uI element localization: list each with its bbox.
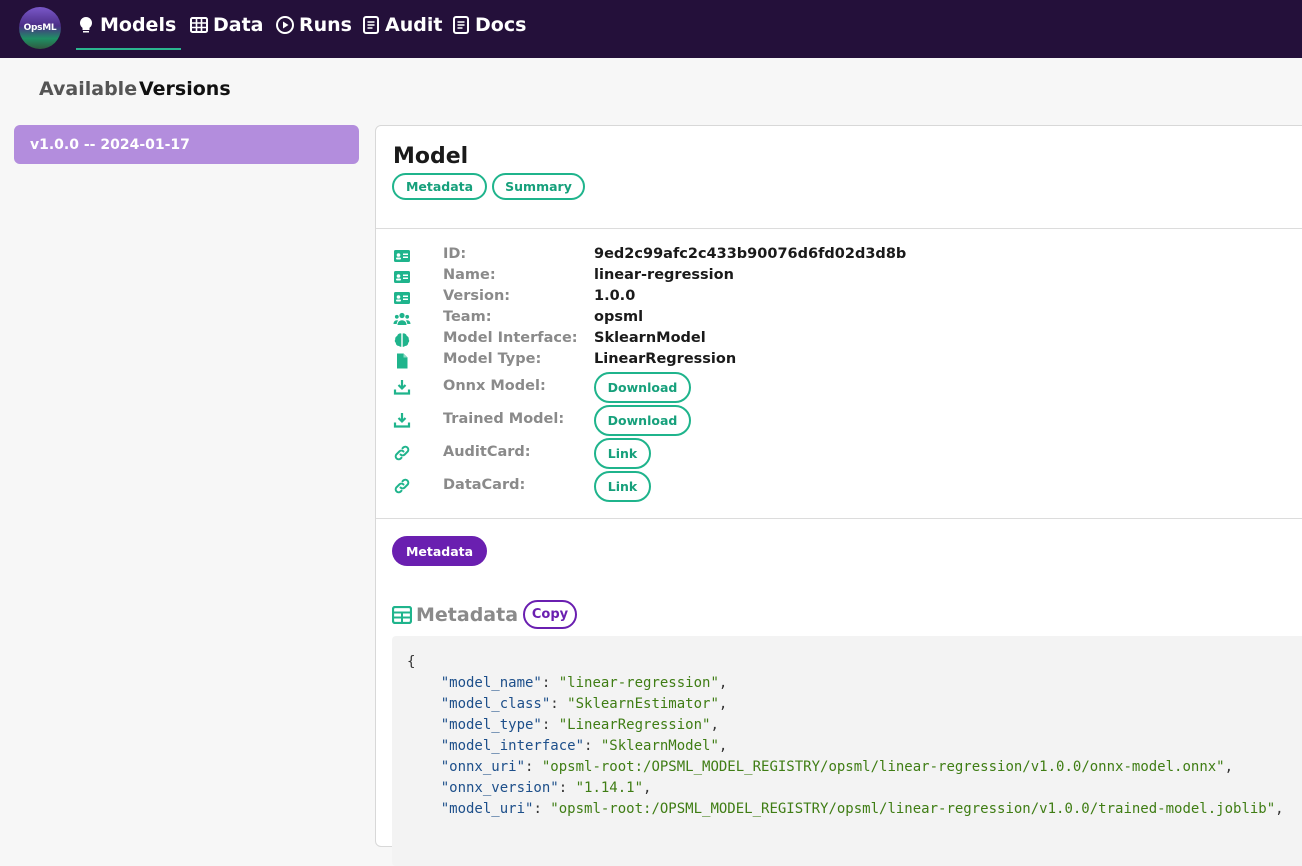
tab-versions[interactable]: Versions <box>139 78 231 100</box>
nav-label: Audit <box>385 14 443 36</box>
json-key: "model_type" <box>440 717 542 733</box>
file-icon <box>397 353 408 369</box>
table-icon <box>190 17 208 33</box>
divider <box>376 228 1302 229</box>
json-value: "SklearnEstimator" <box>567 696 719 712</box>
metadata-button[interactable]: Metadata <box>392 173 487 200</box>
opsml-logo[interactable]: OpsML <box>19 7 61 49</box>
download-trained-model-button[interactable]: Download <box>594 405 691 436</box>
nav-item-models[interactable]: Models <box>76 0 181 50</box>
json-key: "onnx_uri" <box>440 759 526 775</box>
table-icon <box>392 605 412 624</box>
notebook-icon <box>363 16 379 34</box>
field-label-name: Name: <box>443 267 496 283</box>
download-onnx-button[interactable]: Download <box>594 372 691 403</box>
play-circle-icon <box>276 16 294 34</box>
json-value: "1.14.1" <box>575 780 644 796</box>
field-value-model-interface: SklearnModel <box>594 330 706 346</box>
json-line: "onnx_version": "1.14.1", <box>440 780 652 796</box>
json-key: "model_class" <box>440 696 551 712</box>
metadata-title: Metadata <box>416 603 519 626</box>
field-label-version: Version: <box>443 288 511 304</box>
json-line: "model_uri": "opsml-root:/OPSML_MODEL_RE… <box>440 801 1284 817</box>
field-label-trained-model: Trained Model: <box>443 411 565 427</box>
top-nav: OpsML Models Data Runs Audit Docs <box>0 0 1302 58</box>
id-card-icon <box>394 292 410 304</box>
version-list-item[interactable]: v1.0.0 -- 2024-01-17 <box>14 125 359 164</box>
metadata-toggle-button[interactable]: Metadata <box>392 536 487 566</box>
nav-item-audit[interactable]: Audit <box>361 0 442 50</box>
card-title: Model <box>393 144 469 169</box>
tab-available[interactable]: Available <box>39 78 137 100</box>
datacard-link-button[interactable]: Link <box>594 471 651 502</box>
json-line: "model_type": "LinearRegression", <box>440 717 719 733</box>
divider <box>376 518 1302 519</box>
field-label-datacard: DataCard: <box>443 477 526 493</box>
field-label-auditcard: AuditCard: <box>443 444 531 460</box>
field-value-version: 1.0.0 <box>594 288 636 304</box>
nav-label: Models <box>100 14 177 36</box>
lightbulb-icon <box>79 16 93 33</box>
field-value-name: linear-regression <box>594 267 734 283</box>
field-label-team: Team: <box>443 309 492 325</box>
field-value-team: opsml <box>594 309 644 325</box>
json-open-brace: { <box>407 654 416 670</box>
logo-text: OpsML <box>23 23 57 33</box>
json-value: "linear-regression" <box>558 675 719 691</box>
id-card-icon <box>394 250 410 262</box>
users-icon <box>393 312 411 325</box>
json-line: "onnx_uri": "opsml-root:/OPSML_MODEL_REG… <box>440 759 1234 775</box>
link-icon <box>394 478 410 494</box>
json-line: "model_class": "SklearnEstimator", <box>440 696 728 712</box>
field-label-onnx-model: Onnx Model: <box>443 378 546 394</box>
field-value-id: 9ed2c99afc2c433b90076d6fd02d3d8b <box>594 246 907 262</box>
nav-label: Docs <box>475 14 527 36</box>
metadata-header: Metadata Copy <box>392 600 578 629</box>
json-value: "LinearRegression" <box>558 717 711 733</box>
json-line: "model_interface": "SklearnModel", <box>440 738 728 754</box>
json-line: "model_name": "linear-regression", <box>440 675 728 691</box>
nav-label: Runs <box>299 14 352 36</box>
link-icon <box>394 445 410 461</box>
field-label-id: ID: <box>443 246 467 262</box>
nav-item-runs[interactable]: Runs <box>275 0 352 50</box>
metadata-json-block: { "model_name": "linear-regression", "mo… <box>392 636 1302 866</box>
json-key: "model_uri" <box>440 801 534 817</box>
id-card-icon <box>394 271 410 283</box>
json-value: "opsml-root:/OPSML_MODEL_REGISTRY/opsml/… <box>550 801 1276 817</box>
field-label-model-interface: Model Interface: <box>443 330 578 346</box>
nav-label: Data <box>213 14 264 36</box>
json-value: "SklearnModel" <box>600 738 719 754</box>
copy-button[interactable]: Copy <box>523 600 578 629</box>
json-key: "model_interface" <box>440 738 585 754</box>
brain-icon <box>394 333 410 347</box>
summary-button[interactable]: Summary <box>492 173 585 200</box>
field-value-model-type: LinearRegression <box>594 351 737 367</box>
json-value: "opsml-root:/OPSML_MODEL_REGISTRY/opsml/… <box>541 759 1225 775</box>
auditcard-link-button[interactable]: Link <box>594 438 651 469</box>
nav-item-data[interactable]: Data <box>189 0 264 50</box>
model-card-panel: Model Metadata Summary ID: 9ed2c99afc2c4… <box>375 125 1302 866</box>
notebook-icon <box>453 16 469 34</box>
json-key: "model_name" <box>440 675 542 691</box>
download-icon <box>393 380 411 395</box>
download-icon <box>393 413 411 428</box>
json-key: "onnx_version" <box>440 780 559 796</box>
nav-item-docs[interactable]: Docs <box>451 0 526 50</box>
field-label-model-type: Model Type: <box>443 351 542 367</box>
